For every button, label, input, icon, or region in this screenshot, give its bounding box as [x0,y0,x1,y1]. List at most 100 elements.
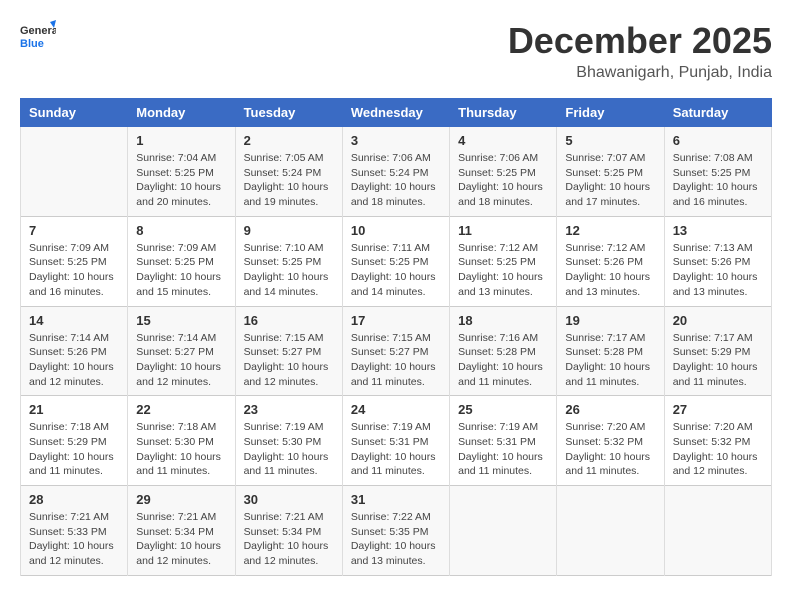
day-info: Sunrise: 7:22 AM Sunset: 5:35 PM Dayligh… [351,510,441,569]
day-info: Sunrise: 7:21 AM Sunset: 5:33 PM Dayligh… [29,510,119,569]
day-number: 3 [351,133,441,148]
day-number: 14 [29,313,119,328]
day-number: 11 [458,223,548,238]
day-number: 5 [565,133,655,148]
day-number: 4 [458,133,548,148]
week-row-5: 28 Sunrise: 7:21 AM Sunset: 5:33 PM Dayli… [21,486,772,576]
day-number: 9 [244,223,334,238]
day-cell: 22Sunrise: 7:18 AM Sunset: 5:30 PM Dayli… [128,396,235,486]
day-cell [450,486,557,576]
day-cell: 13 Sunrise: 7:13 AM Sunset: 5:26 PM Dayli… [664,216,771,306]
logo-svg: General Blue [20,20,56,56]
day-cell: 18Sunrise: 7:16 AM Sunset: 5:28 PM Dayli… [450,306,557,396]
day-info: Sunrise: 7:14 AM Sunset: 5:27 PM Dayligh… [136,331,226,390]
day-info: Sunrise: 7:08 AM Sunset: 5:25 PM Dayligh… [673,151,763,210]
day-number: 30 [244,492,334,507]
day-number: 19 [565,313,655,328]
day-info: Sunrise: 7:17 AM Sunset: 5:29 PM Dayligh… [673,331,763,390]
day-cell: 20 Sunrise: 7:17 AM Sunset: 5:29 PM Dayli… [664,306,771,396]
day-cell: 14 Sunrise: 7:14 AM Sunset: 5:26 PM Dayli… [21,306,128,396]
day-info: Sunrise: 7:15 AM Sunset: 5:27 PM Dayligh… [351,331,441,390]
day-info: Sunrise: 7:21 AM Sunset: 5:34 PM Dayligh… [136,510,226,569]
day-info: Sunrise: 7:17 AM Sunset: 5:28 PM Dayligh… [565,331,655,390]
header-row: SundayMondayTuesdayWednesdayThursdayFrid… [21,99,772,127]
day-info: Sunrise: 7:19 AM Sunset: 5:30 PM Dayligh… [244,420,334,479]
day-info: Sunrise: 7:09 AM Sunset: 5:25 PM Dayligh… [136,241,226,300]
day-cell: 15 Sunrise: 7:14 AM Sunset: 5:27 PM Dayli… [128,306,235,396]
calendar-table: SundayMondayTuesdayWednesdayThursdayFrid… [20,98,772,576]
day-cell: 25 Sunrise: 7:19 AM Sunset: 5:31 PM Dayli… [450,396,557,486]
svg-text:Blue: Blue [20,38,44,50]
header-thursday: Thursday [450,99,557,127]
day-cell: 6 Sunrise: 7:08 AM Sunset: 5:25 PM Daylig… [664,127,771,217]
day-cell: 10Sunrise: 7:11 AM Sunset: 5:25 PM Dayli… [342,216,449,306]
day-number: 18 [458,313,548,328]
day-number: 10 [351,223,441,238]
day-cell [557,486,664,576]
day-cell: 8 Sunrise: 7:09 AM Sunset: 5:25 PM Daylig… [128,216,235,306]
header-monday: Monday [128,99,235,127]
day-number: 21 [29,402,119,417]
day-cell: 1 Sunrise: 7:04 AM Sunset: 5:25 PM Daylig… [128,127,235,217]
day-cell: 30Sunrise: 7:21 AM Sunset: 5:34 PM Dayli… [235,486,342,576]
day-cell: 27 Sunrise: 7:20 AM Sunset: 5:32 PM Dayli… [664,396,771,486]
day-number: 1 [136,133,226,148]
day-number: 15 [136,313,226,328]
day-cell: 11 Sunrise: 7:12 AM Sunset: 5:25 PM Dayli… [450,216,557,306]
day-number: 17 [351,313,441,328]
location-subtitle: Bhawanigarh, Punjab, India [508,64,772,82]
day-info: Sunrise: 7:06 AM Sunset: 5:24 PM Dayligh… [351,151,441,210]
day-number: 25 [458,402,548,417]
day-info: Sunrise: 7:09 AM Sunset: 5:25 PM Dayligh… [29,241,119,300]
header-sunday: Sunday [21,99,128,127]
day-info: Sunrise: 7:10 AM Sunset: 5:25 PM Dayligh… [244,241,334,300]
day-cell: 31 Sunrise: 7:22 AM Sunset: 5:35 PM Dayli… [342,486,449,576]
day-info: Sunrise: 7:07 AM Sunset: 5:25 PM Dayligh… [565,151,655,210]
page-header: General Blue December 2025 Bhawanigarh, … [20,20,772,82]
day-cell: 17 Sunrise: 7:15 AM Sunset: 5:27 PM Dayli… [342,306,449,396]
day-cell [21,127,128,217]
day-number: 27 [673,402,763,417]
week-row-2: 7 Sunrise: 7:09 AM Sunset: 5:25 PM Daylig… [21,216,772,306]
day-info: Sunrise: 7:14 AM Sunset: 5:26 PM Dayligh… [29,331,119,390]
day-info: Sunrise: 7:20 AM Sunset: 5:32 PM Dayligh… [673,420,763,479]
day-number: 20 [673,313,763,328]
day-info: Sunrise: 7:18 AM Sunset: 5:29 PM Dayligh… [29,420,119,479]
day-info: Sunrise: 7:12 AM Sunset: 5:25 PM Dayligh… [458,241,548,300]
day-number: 7 [29,223,119,238]
day-cell: 26Sunrise: 7:20 AM Sunset: 5:32 PM Dayli… [557,396,664,486]
day-cell: 28 Sunrise: 7:21 AM Sunset: 5:33 PM Dayli… [21,486,128,576]
day-cell [664,486,771,576]
day-number: 6 [673,133,763,148]
day-cell: 16Sunrise: 7:15 AM Sunset: 5:27 PM Dayli… [235,306,342,396]
day-info: Sunrise: 7:15 AM Sunset: 5:27 PM Dayligh… [244,331,334,390]
day-cell: 2Sunrise: 7:05 AM Sunset: 5:24 PM Daylig… [235,127,342,217]
day-info: Sunrise: 7:04 AM Sunset: 5:25 PM Dayligh… [136,151,226,210]
day-number: 22 [136,402,226,417]
day-number: 8 [136,223,226,238]
svg-text:General: General [20,25,56,37]
day-info: Sunrise: 7:06 AM Sunset: 5:25 PM Dayligh… [458,151,548,210]
logo: General Blue [20,20,56,56]
day-cell: 12Sunrise: 7:12 AM Sunset: 5:26 PM Dayli… [557,216,664,306]
day-cell: 5 Sunrise: 7:07 AM Sunset: 5:25 PM Daylig… [557,127,664,217]
week-row-4: 21 Sunrise: 7:18 AM Sunset: 5:29 PM Dayli… [21,396,772,486]
day-number: 31 [351,492,441,507]
day-info: Sunrise: 7:13 AM Sunset: 5:26 PM Dayligh… [673,241,763,300]
day-cell: 23Sunrise: 7:19 AM Sunset: 5:30 PM Dayli… [235,396,342,486]
day-cell: 19 Sunrise: 7:17 AM Sunset: 5:28 PM Dayli… [557,306,664,396]
header-wednesday: Wednesday [342,99,449,127]
header-friday: Friday [557,99,664,127]
day-number: 24 [351,402,441,417]
day-info: Sunrise: 7:05 AM Sunset: 5:24 PM Dayligh… [244,151,334,210]
header-saturday: Saturday [664,99,771,127]
day-number: 13 [673,223,763,238]
week-row-3: 14 Sunrise: 7:14 AM Sunset: 5:26 PM Dayli… [21,306,772,396]
day-info: Sunrise: 7:19 AM Sunset: 5:31 PM Dayligh… [458,420,548,479]
month-title: December 2025 [508,20,772,62]
day-number: 28 [29,492,119,507]
week-row-1: 1 Sunrise: 7:04 AM Sunset: 5:25 PM Daylig… [21,127,772,217]
day-number: 26 [565,402,655,417]
title-block: December 2025 Bhawanigarh, Punjab, India [508,20,772,82]
day-cell: 24Sunrise: 7:19 AM Sunset: 5:31 PM Dayli… [342,396,449,486]
